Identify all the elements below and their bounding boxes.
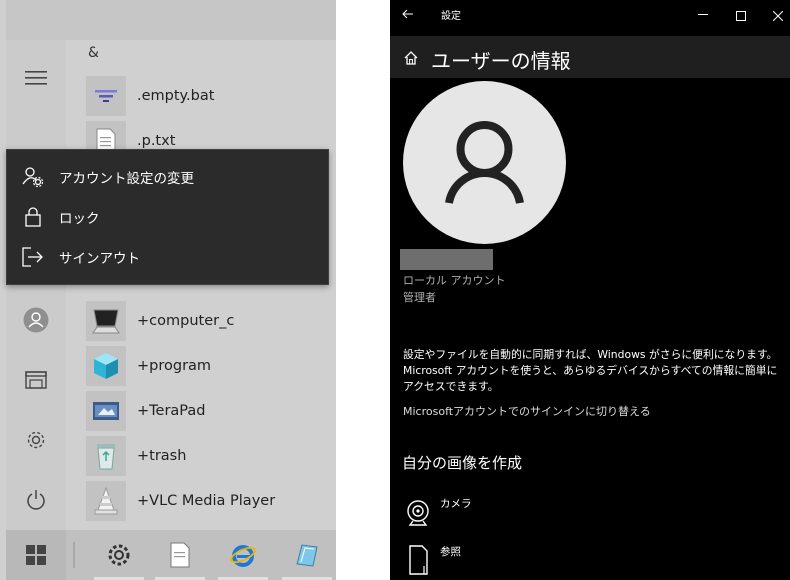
maximize-button[interactable] (736, 6, 746, 25)
gear-icon (27, 431, 45, 449)
sync-line-2: Microsoft アカウントを使うと、あらゆるデバイスからすべての情報に簡単に… (403, 364, 778, 393)
app-label: +TeraPad (137, 403, 206, 419)
user-account-button[interactable] (6, 296, 66, 344)
windows-logo-icon (26, 545, 46, 565)
browse-label: 参照 (440, 546, 461, 558)
app-label: +VLC Media Player (137, 493, 276, 509)
account-type: ローカル アカウント (403, 274, 506, 287)
account-context-menu: アカウント設定の変更 ロック サインアウト (6, 149, 329, 285)
taskbar-separator (73, 542, 75, 568)
home-icon (404, 51, 418, 65)
app-label: .empty.bat (137, 88, 215, 104)
batch-file-icon (86, 76, 126, 116)
computer-icon (86, 301, 126, 341)
user-silhouette-icon (445, 121, 524, 204)
taskbar-notepad[interactable] (151, 530, 209, 580)
menu-item-sign-out[interactable]: サインアウト (7, 237, 329, 277)
notebook-icon (296, 544, 318, 567)
taskbar-settings[interactable] (86, 530, 152, 580)
back-button[interactable] (402, 5, 414, 24)
account-settings-icon (7, 166, 59, 188)
app-item[interactable]: +computer_c (86, 301, 336, 341)
menu-item-label: ロック (59, 211, 100, 227)
app-label: +computer_c (137, 313, 235, 329)
page-header: ユーザーの情報 (390, 36, 790, 78)
page-title: ユーザーの情報 (431, 49, 571, 73)
user-picture (403, 81, 566, 244)
terapad-icon (86, 391, 126, 431)
sync-line-1: 設定やファイルを自動的に同期すれば、Windows がさらに便利になります。 (403, 348, 778, 361)
vlc-cone-icon (86, 481, 126, 521)
settings-window: 設定 ユーザーの情報 ローカル アカウント 管理者 設定やファイルを自動的に同期… (390, 0, 790, 580)
app-label: +trash (137, 448, 187, 464)
home-button[interactable] (403, 50, 419, 70)
taskbar-internet-explorer[interactable] (214, 530, 272, 580)
menu-item-label: アカウント設定の変更 (59, 171, 194, 187)
camera-option[interactable]: カメラ (402, 494, 602, 530)
recycle-bin-icon (86, 436, 126, 476)
switch-to-microsoft-account-link[interactable]: Microsoftアカウントでのサインインに切り替える (403, 403, 651, 419)
maximize-icon (736, 11, 746, 21)
browse-option[interactable]: 参照 (402, 542, 602, 578)
start-button[interactable] (6, 530, 66, 580)
menu-item-label: サインアウト (59, 251, 140, 267)
sign-out-icon (7, 247, 59, 267)
taskbar (6, 530, 336, 580)
power-button[interactable] (6, 476, 66, 524)
internet-explorer-icon (230, 545, 256, 567)
start-menu-top (6, 0, 336, 40)
back-arrow-icon (402, 9, 413, 19)
taskbar-notes-app[interactable] (278, 530, 336, 580)
documents-button[interactable] (6, 356, 66, 404)
close-button[interactable] (772, 6, 784, 25)
documents-icon (25, 371, 47, 389)
webcam-icon (402, 494, 434, 530)
close-icon (772, 10, 784, 22)
app-item[interactable]: +trash (86, 436, 336, 476)
sync-description: 設定やファイルを自動的に同期すれば、Windows がさらに便利になります。 M… (403, 347, 778, 395)
app-item[interactable]: .empty.bat (86, 76, 336, 116)
title-bar: 設定 (390, 0, 790, 26)
app-item[interactable]: +TeraPad (86, 391, 336, 431)
account-role: 管理者 (403, 291, 436, 304)
settings-gear-icon (108, 544, 130, 566)
cube-icon (86, 346, 126, 386)
settings-button[interactable] (6, 416, 66, 464)
desktop-background (336, 0, 390, 580)
user-name-redacted (400, 249, 493, 270)
app-item[interactable]: +VLC Media Player (86, 481, 336, 521)
camera-label: カメラ (440, 498, 472, 510)
create-picture-heading: 自分の画像を作成 (402, 454, 523, 472)
lock-icon (7, 206, 59, 228)
power-icon (27, 490, 45, 510)
hamburger-icon (25, 71, 47, 85)
file-icon (402, 542, 434, 578)
app-item[interactable]: +program (86, 346, 336, 386)
text-file-icon (170, 542, 190, 568)
minimize-button[interactable] (698, 5, 708, 24)
menu-item-lock[interactable]: ロック (7, 197, 329, 237)
menu-item-change-account-settings[interactable]: アカウント設定の変更 (7, 157, 329, 197)
section-letter[interactable]: & (88, 45, 99, 61)
app-label: .p.txt (137, 133, 176, 149)
app-label: +program (137, 358, 212, 374)
window-title: 設定 (441, 11, 461, 22)
user-avatar-icon (23, 307, 49, 333)
minimize-icon (698, 14, 708, 15)
expand-menu-button[interactable] (6, 54, 66, 102)
